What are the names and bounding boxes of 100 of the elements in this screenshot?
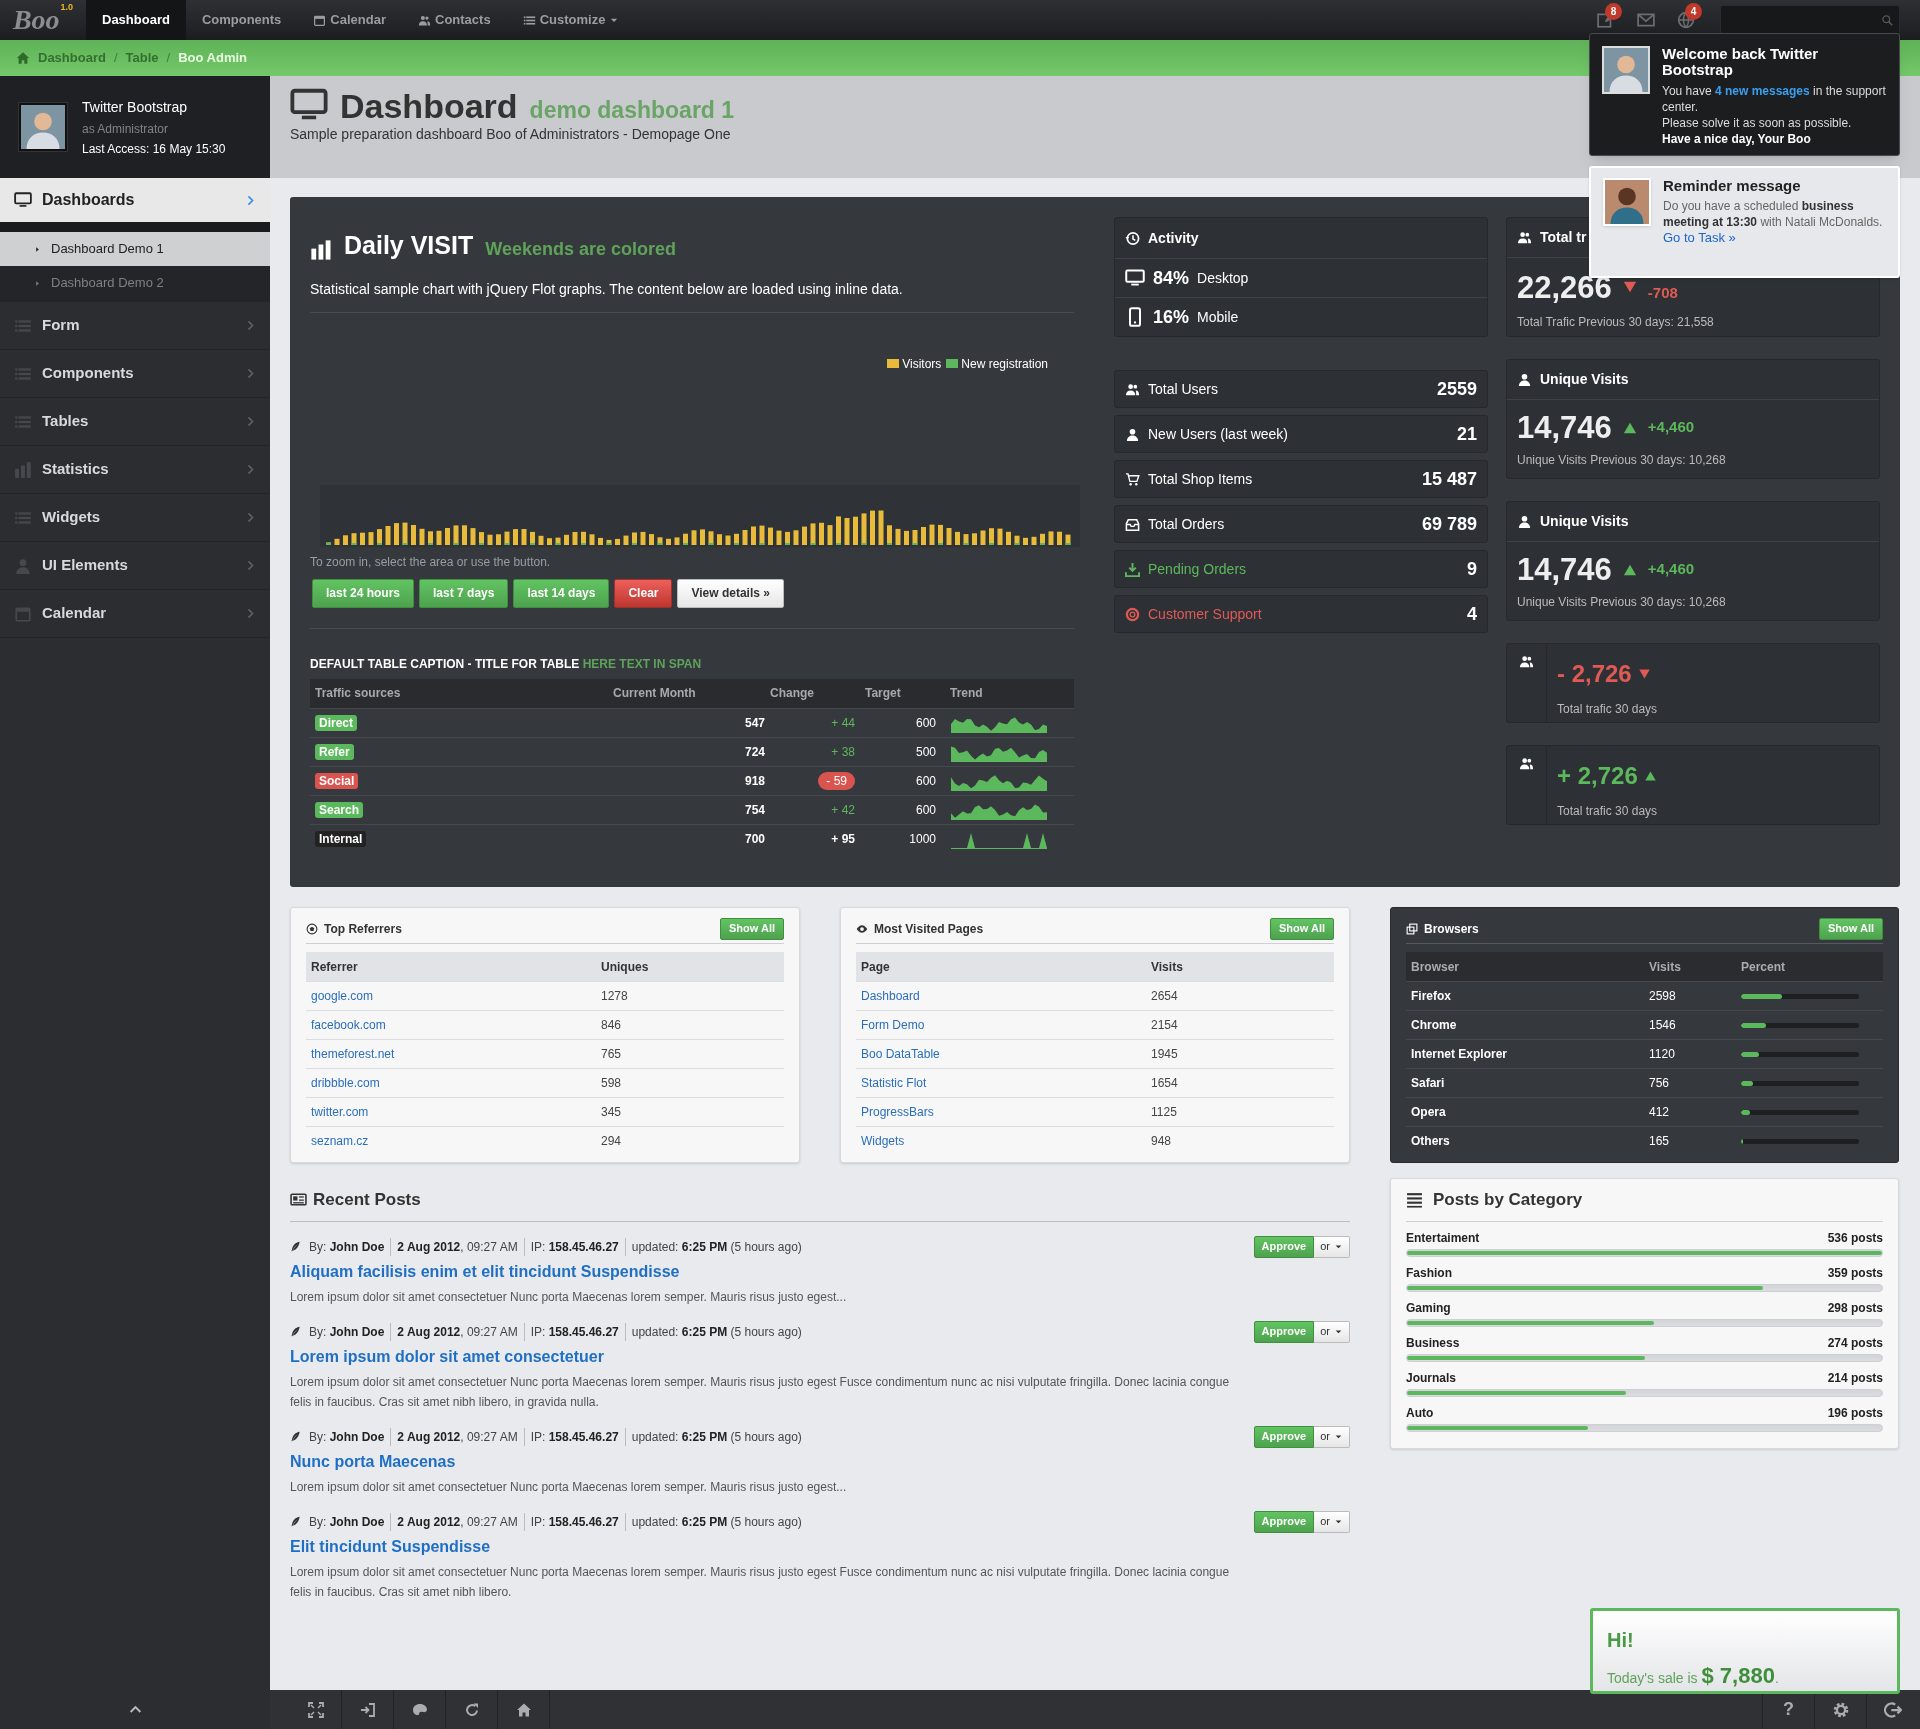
sidebar-item[interactable]: UI Elements [0, 542, 270, 590]
cart-icon [1125, 471, 1140, 487]
approve-button[interactable]: Approve [1253, 1510, 1315, 1533]
breadcrumb-link[interactable]: Table [125, 48, 159, 68]
sidebar-item[interactable]: Dashboards [0, 178, 270, 222]
sidebar-item[interactable]: Form [0, 302, 270, 350]
show-all-button[interactable]: Show All [1269, 917, 1334, 940]
popup-message: Do you have a scheduled business meeting at 13:30 with Natali McDonalds. [1663, 198, 1884, 230]
palette-icon[interactable] [411, 1701, 428, 1718]
change-value: +4,460 [1647, 417, 1695, 438]
filter-button[interactable]: Clear [614, 578, 673, 608]
nav-tab[interactable]: Customize [506, 0, 636, 40]
filter-button[interactable]: last 24 hours [312, 578, 415, 608]
sidebar-subitem[interactable]: Dashboard Demo 2 [0, 266, 270, 300]
logout-icon[interactable] [1883, 1700, 1902, 1719]
table-cell-text: 547 [743, 714, 766, 732]
show-all-button[interactable]: Show All [1818, 917, 1883, 940]
section-title: Daily VISIT [344, 230, 474, 261]
table-cell-text: 600 [914, 772, 937, 790]
filter-button[interactable]: last 14 days [513, 578, 610, 608]
nav-tab[interactable]: Contacts [402, 0, 507, 40]
stat-number: 14,746 [1517, 554, 1612, 585]
feather-icon [290, 1516, 301, 1527]
card-title: Unique Visits [1540, 370, 1629, 389]
link[interactable]: Go to Task » [1663, 230, 1886, 246]
approve-button[interactable]: Approve [1253, 1235, 1315, 1258]
category-count: 196 posts [1827, 1404, 1883, 1422]
envelope-icon[interactable] [1637, 11, 1655, 29]
settings-icon[interactable] [1831, 1700, 1850, 1719]
more-dropdown[interactable]: or [1314, 1235, 1350, 1258]
link[interactable]: Widgets [861, 1134, 905, 1148]
badge: 8 [1605, 3, 1622, 20]
column-header: Percent [1741, 958, 1787, 976]
feather-icon [290, 1326, 301, 1337]
caret-icon [1334, 1432, 1343, 1441]
help-button[interactable]: ? [1783, 1696, 1794, 1723]
refresh-icon[interactable] [463, 1701, 480, 1718]
link[interactable]: Boo DataTable [861, 1047, 940, 1061]
more-dropdown[interactable]: or [1314, 1320, 1350, 1343]
login-icon[interactable] [359, 1701, 376, 1718]
chart-plot-area[interactable] [320, 484, 1080, 547]
link[interactable]: twitter.com [311, 1105, 369, 1119]
sidebar-item[interactable]: Calendar [0, 590, 270, 638]
fullscreen-icon[interactable] [307, 1701, 324, 1718]
sidebar-subitem[interactable]: Dashboard Demo 1 [0, 232, 270, 266]
activity-label: Mobile [1197, 307, 1239, 327]
link[interactable]: Dashboard [861, 989, 920, 1003]
activity-percent: 84% [1153, 266, 1190, 290]
link[interactable]: ProgressBars [861, 1105, 934, 1119]
calendar-icon [313, 13, 327, 27]
more-dropdown[interactable]: or [1314, 1425, 1350, 1448]
table-cell-text: 724 [743, 743, 766, 761]
caption-highlight: HERE TEXT IN SPAN [582, 656, 702, 671]
filter-button[interactable]: last 7 days [419, 578, 509, 608]
post-meta: 2 Aug 2012, 09:27 AM [390, 1427, 524, 1446]
nav-tab[interactable]: Calendar [297, 0, 402, 40]
table-cell-text: Others [1411, 1133, 1451, 1150]
post-title-link[interactable]: Aliquam facilisis enim et elit tincidunt Suspendisse [290, 1259, 1244, 1284]
link[interactable]: google.com [311, 989, 374, 1003]
more-dropdown[interactable]: or [1314, 1510, 1350, 1533]
sidebar-item[interactable]: Widgets [0, 494, 270, 542]
table-caption: DEFAULT TABLE CAPTION - TITLE FOR TABLE HERE TEXT IN SPAN [310, 655, 703, 673]
nav-tab[interactable]: Components [185, 0, 298, 40]
sidebar-item[interactable]: Statistics [0, 446, 270, 494]
source-label: Direct [315, 714, 357, 731]
table-cell-text: Opera [1411, 1104, 1447, 1121]
link[interactable]: Form Demo [861, 1018, 925, 1032]
card-footer: Total Trafic Previous 30 days: 21,558 [1507, 312, 1879, 331]
link[interactable]: seznam.cz [311, 1134, 369, 1148]
version-label: 1.0 [60, 3, 74, 12]
stat-value: 21 [1456, 422, 1477, 446]
change-value: + 38 [831, 743, 855, 761]
link[interactable]: 4 new messages [1714, 84, 1810, 98]
card-title: Unique Visits [1540, 512, 1629, 531]
nav-tab[interactable]: Dashboard [86, 0, 186, 40]
post-meta: 2 Aug 2012, 09:27 AM [390, 1512, 524, 1531]
show-all-button[interactable]: Show All [719, 917, 784, 940]
triangle-icon [34, 245, 41, 253]
approve-button[interactable]: Approve [1253, 1320, 1315, 1343]
link[interactable]: dribbble.com [311, 1076, 380, 1090]
post-title-link[interactable]: Elit tincidunt Suspendisse [290, 1534, 1244, 1559]
search-field[interactable] [1720, 5, 1900, 35]
sidebar-item[interactable]: Tables [0, 398, 270, 446]
link[interactable]: Statistic Flot [861, 1076, 927, 1090]
link[interactable]: facebook.com [311, 1018, 386, 1032]
filter-button[interactable]: View details » [677, 578, 784, 608]
stat-label: Total Orders [1148, 514, 1226, 534]
sidebar-item[interactable]: Components [0, 350, 270, 398]
post-meta: By: John Doe [309, 1323, 386, 1341]
breadcrumb-link[interactable]: Dashboard [38, 48, 106, 68]
link[interactable]: themeforest.net [311, 1047, 395, 1061]
logo[interactable]: Boo [12, 6, 60, 34]
home-icon[interactable] [16, 51, 30, 65]
home-icon[interactable] [515, 1701, 532, 1718]
post-title-link[interactable]: Lorem ipsum dolor sit amet consectetuer [290, 1344, 1244, 1369]
stat-label: Total Users [1148, 379, 1220, 399]
approve-button[interactable]: Approve [1253, 1425, 1315, 1448]
post-title-link[interactable]: Nunc porta Maecenas [290, 1449, 1244, 1474]
change-value: + 42 [831, 801, 855, 819]
table-cell-text: 412 [1649, 1104, 1671, 1121]
